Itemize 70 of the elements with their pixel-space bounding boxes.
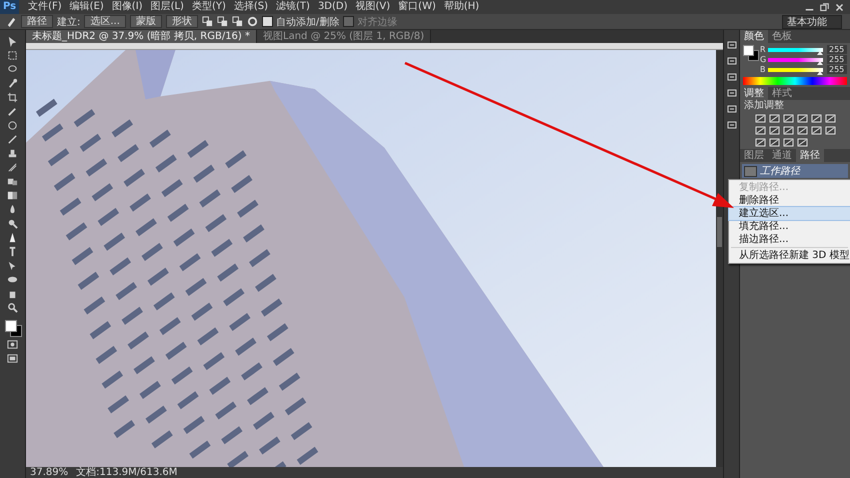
channel-label: B (760, 65, 766, 74)
color-swatches-icon[interactable] (4, 320, 20, 336)
path-row[interactable]: 工作路径 (742, 164, 848, 178)
menu-item[interactable]: 图层(L) (148, 0, 187, 14)
menu-item[interactable]: 选择(S) (230, 0, 272, 14)
panel-heading: 添加调整 (743, 100, 785, 112)
channel-value[interactable]: 255 (827, 65, 847, 74)
magic-wand-tool-icon[interactable] (7, 78, 18, 89)
selection-button[interactable]: 选区... (84, 15, 126, 28)
menu-item[interactable]: 描边路径... (729, 233, 850, 246)
channel-value[interactable]: 255 (827, 45, 847, 54)
menu-item[interactable]: 从所选路径新建 3D 模型 (729, 249, 850, 262)
color-swatches-icon[interactable] (743, 45, 757, 59)
color-spectrum-bar[interactable] (743, 77, 847, 85)
menu-item[interactable]: 建立选区... (729, 207, 850, 220)
path-alignment-icon[interactable] (216, 16, 228, 27)
document-tab[interactable]: 未标题_HDR2 @ 37.9% (暗部 拷贝, RGB/16) * (26, 30, 258, 43)
type-tool-icon[interactable] (7, 246, 18, 257)
menu-item[interactable]: 窗口(W) (395, 0, 439, 14)
crop-tool-icon[interactable] (7, 92, 18, 103)
channel-value[interactable]: 255 (827, 55, 847, 64)
path-name: 工作路径 (760, 165, 800, 178)
close-icon[interactable] (835, 2, 844, 12)
shape-button[interactable]: 形状 (166, 15, 198, 28)
document-tab[interactable]: 视图Land @ 25% (图层 1, RGB/8) (257, 30, 432, 43)
menu-item[interactable]: 类型(Y) (188, 0, 229, 14)
path-selection-tool-icon[interactable] (7, 260, 18, 271)
auto-add-delete-label: 自动添加/删除 (276, 16, 340, 28)
align-edges-label: 对齐边缘 (357, 16, 398, 28)
quick-mask-icon[interactable] (7, 339, 18, 350)
marquee-tool-icon[interactable] (7, 50, 18, 61)
path-operations-icon[interactable] (202, 16, 213, 27)
menu-item[interactable]: 帮助(H) (440, 0, 482, 14)
make-label: 建立: (57, 16, 80, 28)
path-arrangement-icon[interactable] (232, 16, 243, 27)
menu-item[interactable]: 3D(D) (314, 0, 351, 14)
restore-icon[interactable] (820, 2, 829, 12)
menu-item[interactable]: 填充路径... (729, 220, 850, 233)
panel-tab[interactable]: 样式 (768, 87, 796, 100)
document-size: 文档:113.9M/613.6M (76, 467, 178, 478)
move-tool-icon[interactable] (7, 36, 18, 47)
channel-label: G (760, 55, 766, 64)
menu-item[interactable]: 滤镜(T) (273, 0, 313, 14)
mode-dropdown[interactable]: 路径 (21, 15, 53, 28)
mask-button[interactable]: 蒙版 (130, 15, 162, 28)
panel-tab[interactable]: 图层 (740, 149, 768, 162)
menu-item[interactable]: 图像(I) (108, 0, 146, 14)
menu-item[interactable]: 编辑(E) (66, 0, 107, 14)
stamp-tool-icon[interactable] (7, 148, 18, 159)
panel-tab[interactable]: 通道 (768, 149, 796, 162)
zoom-level[interactable]: 37.89% (30, 467, 68, 478)
vertical-scrollbar[interactable] (716, 50, 723, 467)
panel-tab[interactable]: 路径 (796, 149, 824, 162)
channel-label: R (760, 45, 766, 54)
panel-tab[interactable]: 颜色 (740, 30, 768, 43)
auto-add-delete-checkbox[interactable] (262, 16, 273, 27)
workspace-dropdown[interactable]: 基本功能 (782, 14, 842, 28)
path-thumbnail (744, 166, 757, 176)
zoom-tool-icon[interactable] (7, 302, 18, 313)
app-logo: Ps (0, 0, 20, 14)
menu-item[interactable]: 删除路径 (729, 194, 850, 207)
menu-item[interactable]: 文件(F) (25, 0, 65, 14)
screen-mode-icon[interactable] (7, 353, 18, 364)
gear-icon[interactable] (246, 16, 258, 27)
panel-tab[interactable]: 色板 (768, 30, 796, 43)
panel-tab[interactable]: 调整 (740, 87, 768, 100)
lasso-tool-icon[interactable] (7, 64, 18, 75)
gradient-tool-icon[interactable] (7, 190, 18, 201)
ellipse-tool-icon[interactable] (7, 274, 18, 285)
menu-item[interactable]: 视图(V) (352, 0, 394, 14)
